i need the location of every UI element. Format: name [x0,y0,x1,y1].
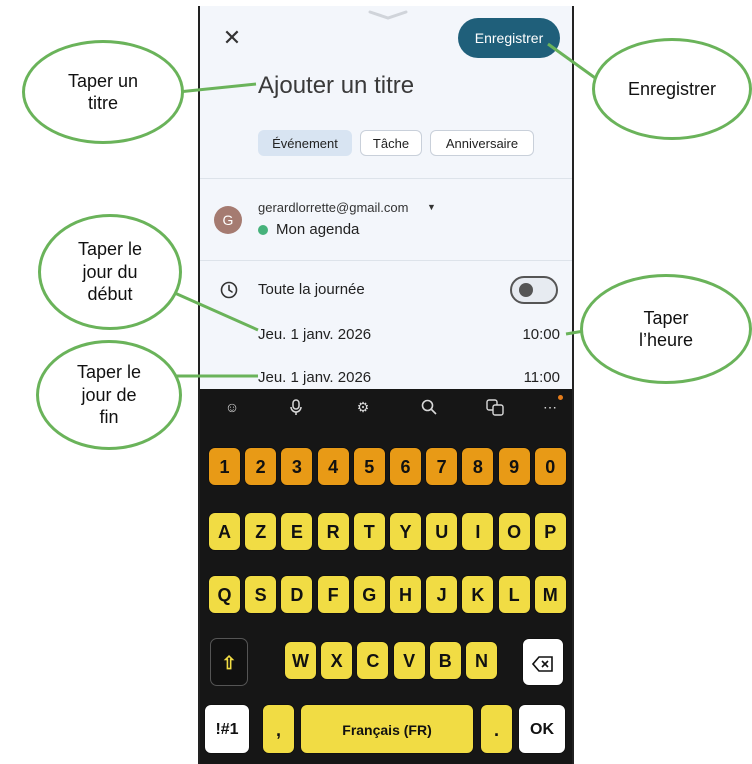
callout-end-day-text: Taper le jour de fin [76,362,142,428]
callout-save-text: Enregistrer [627,78,717,99]
callout-time: Taper l’heure [580,274,752,384]
callout-save: Enregistrer [592,38,752,140]
callout-start-day-text: Taper le jour du début [77,239,143,305]
callout-start-day: Taper le jour du début [38,214,182,330]
callout-title: Taper un titre [22,40,184,144]
callout-time-text: Taper l’heure [638,307,694,351]
callout-end-day: Taper le jour de fin [36,340,182,450]
callout-title-text: Taper un titre [67,70,139,114]
